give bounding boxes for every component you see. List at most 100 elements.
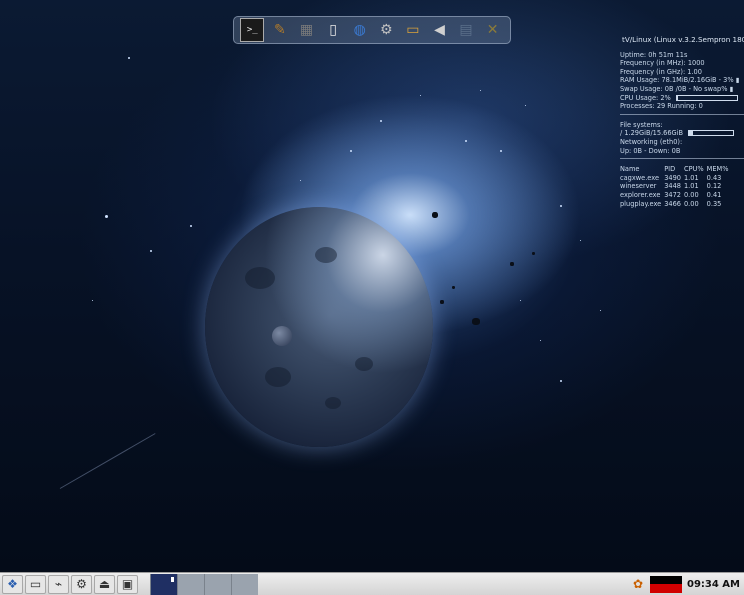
workspace-4[interactable]	[231, 573, 258, 595]
ram-usage: RAM Usage: 78.1MiB/2.16GiB - 3% ▮	[620, 76, 740, 85]
star	[105, 215, 108, 218]
process-row: wineserver 3448 1.01 0.12	[620, 182, 731, 191]
process-row: cagxwe.exe 3490 1.01 0.43	[620, 174, 731, 183]
star	[380, 120, 382, 122]
fs-usage-bar	[688, 130, 735, 137]
process-table-header: Name PID CPU% MEM%	[620, 165, 731, 174]
divider	[620, 158, 744, 160]
workspace-1[interactable]	[150, 573, 177, 595]
calculator-icon[interactable]: ▦	[295, 19, 317, 41]
process-row: plugplay.exe 3466 0.00 0.35	[620, 200, 731, 209]
process-cell: plugplay.exe	[620, 199, 662, 208]
swap-usage: Swap Usage: 0B /0B - No swap% ▮	[620, 84, 734, 93]
workspace-switcher	[150, 573, 258, 595]
star	[600, 310, 601, 311]
settings-tools-icon[interactable]: ✕	[482, 19, 504, 41]
star	[300, 180, 301, 181]
process-cell: 0.00	[683, 190, 699, 199]
frequency-ghz: Frequency (in GHz): 1.00	[620, 67, 702, 76]
document-icon[interactable]: ▯	[322, 19, 344, 41]
process-cell: 0.43	[706, 173, 722, 182]
star	[525, 105, 526, 106]
process-cell: wineserver	[620, 182, 657, 191]
networking-label: Networking (eth0):	[620, 137, 683, 146]
file-systems-label: File systems:	[620, 120, 663, 129]
star	[92, 300, 93, 301]
process-row: explorer.exe 3472 0.00 0.41	[620, 191, 731, 200]
fs-usage-row: / 1.29GiB/15.66GiB	[620, 129, 744, 138]
fs-usage-bar-fill	[689, 131, 693, 136]
network-icon[interactable]: ⚙	[375, 19, 397, 41]
star	[500, 150, 502, 152]
frequency-mhz: Frequency (in MHz): 1000	[620, 59, 705, 68]
desktop-launcher-icon[interactable]: ▣	[117, 574, 138, 594]
wallpaper-moon	[272, 326, 292, 346]
wallpaper-asteroid	[532, 252, 535, 255]
fs-usage: / 1.29GiB/15.66GiB	[620, 129, 684, 138]
process-cell: explorer.exe	[620, 190, 661, 199]
process-col-header: Name	[620, 165, 640, 174]
process-table-body: cagxwe.exe 3490 1.01 0.43 wineserver 3448 1.01…	[620, 174, 731, 208]
image-viewer-icon[interactable]: ▭	[402, 19, 424, 41]
process-cell: 0.00	[683, 199, 699, 208]
process-col-header: MEM%	[706, 165, 729, 174]
star	[480, 90, 481, 91]
clock[interactable]: 09:34 AM	[685, 579, 744, 590]
workspace-3[interactable]	[204, 573, 231, 595]
uptime: Uptime: 0h 51m 11s	[620, 50, 688, 59]
terminal-icon[interactable]: >_	[240, 18, 265, 42]
process-col-header: CPU%	[683, 165, 704, 174]
process-cell: 1.01	[683, 182, 699, 191]
process-cell: 0.41	[706, 190, 722, 199]
system-title: tV/Linux (Linux v.3.2.Sempron 1800)	[622, 36, 744, 44]
printer-icon[interactable]: ▤	[455, 19, 477, 41]
network-updown: Up: 0B - Down: 0B	[620, 146, 681, 155]
star	[520, 300, 521, 301]
process-col-header: PID	[664, 165, 676, 174]
menu-launcher-icon[interactable]: ❖	[2, 574, 23, 594]
network-manager-launcher-icon[interactable]: ⌁	[48, 574, 69, 594]
star	[560, 380, 562, 382]
eject-launcher-icon[interactable]: ⏏	[94, 574, 115, 594]
desktop-wallpaper: >_ ✎ ▦ ▯ ◍ ⚙ ▭ ◀ ▤ ✕ tV/Linux (Linux v.3.2.Sempro…	[0, 0, 744, 572]
wallpaper-streak	[59, 433, 156, 489]
wallpaper-asteroid	[510, 262, 514, 266]
star	[128, 57, 130, 59]
cpu-usage: CPU Usage: 2%	[620, 93, 671, 102]
wallpaper-asteroid	[440, 300, 444, 304]
process-cell: cagxwe.exe	[620, 173, 659, 182]
system-monitor-widget: tV/Linux (Linux v.3.2.Sempron 1800) Upti…	[620, 36, 744, 208]
file-manager-launcher-icon[interactable]: ▭	[25, 574, 46, 594]
application-dock: >_ ✎ ▦ ▯ ◍ ⚙ ▭ ◀ ▤ ✕	[233, 16, 511, 44]
cpu-usage-row: CPU Usage: 2%	[620, 94, 744, 103]
wallpaper-planet	[205, 207, 433, 447]
divider	[620, 113, 744, 115]
cpu-monitor-applet[interactable]	[649, 575, 682, 593]
process-cell: 0.12	[706, 182, 722, 191]
process-cell: 3472	[664, 190, 681, 199]
cpu-usage-bar	[675, 94, 738, 101]
volume-icon[interactable]: ◀	[428, 19, 450, 41]
text-editor-icon[interactable]: ✎	[269, 19, 291, 41]
star	[150, 250, 152, 252]
system-tools-launcher-icon[interactable]: ⚙	[71, 574, 92, 594]
wallpaper-asteroid	[452, 286, 455, 289]
star	[580, 240, 581, 241]
star	[540, 340, 541, 341]
process-cell: 3490	[664, 173, 681, 182]
process-cell: 0.35	[706, 199, 722, 208]
web-browser-icon[interactable]: ◍	[349, 19, 371, 41]
wallpaper-asteroid	[432, 212, 438, 218]
processes-count: Processes: 29 Running: 0	[620, 102, 703, 111]
star	[560, 205, 562, 207]
cpu-usage-bar-fill	[676, 95, 679, 100]
tray-flower-icon[interactable]: ✿	[629, 575, 647, 593]
process-cell: 1.01	[683, 173, 699, 182]
star	[420, 95, 421, 96]
wallpaper-asteroid	[472, 318, 480, 325]
star	[465, 140, 467, 142]
system-tray: ✿ 09:34 AM	[629, 575, 744, 593]
workspace-2[interactable]	[177, 573, 204, 595]
quick-launch-bar: ❖ ▭ ⌁ ⚙ ⏏ ▣	[0, 574, 138, 594]
star	[190, 225, 192, 227]
